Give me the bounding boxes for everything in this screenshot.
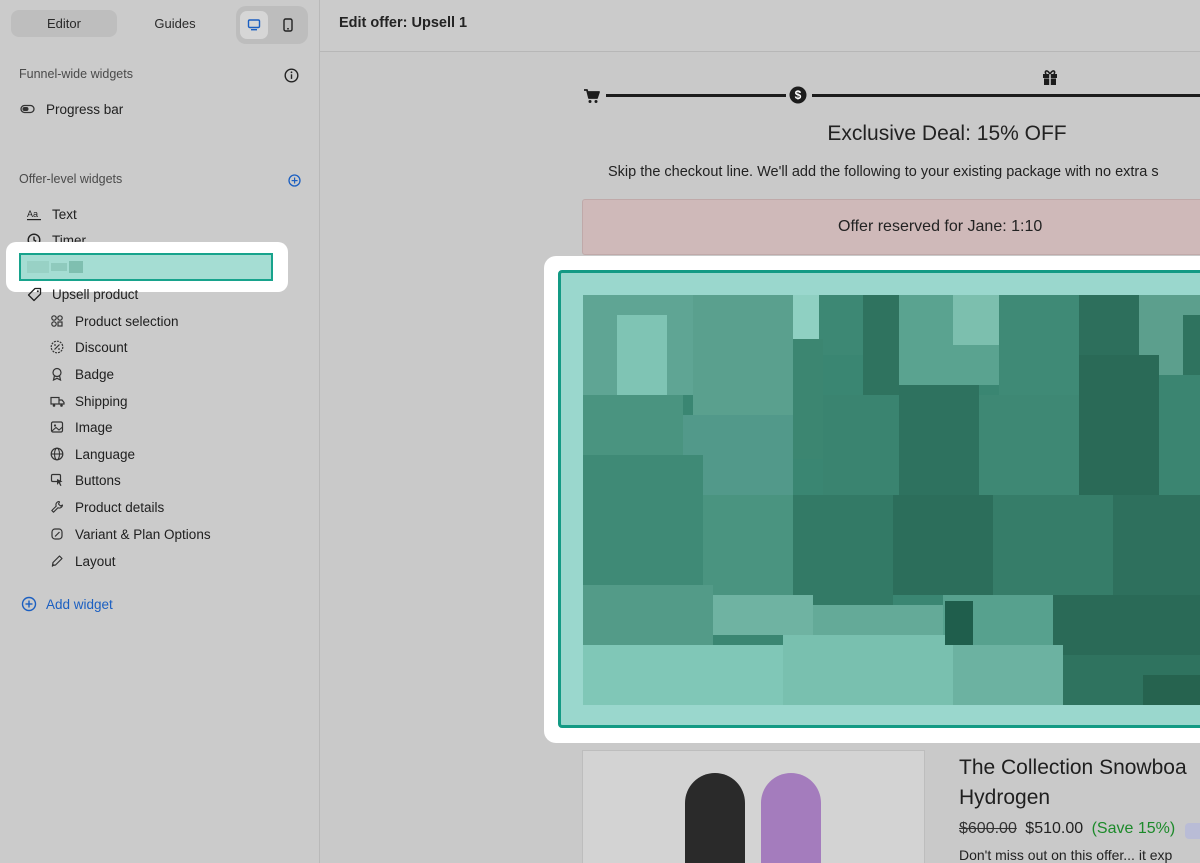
savings-text: (Save 15%)	[1091, 820, 1176, 837]
sidebar-item-progress-bar[interactable]: Progress bar	[20, 98, 123, 120]
sidebar-item-image[interactable]: Image	[49, 416, 113, 438]
product-name-line2: Hydrogen	[959, 786, 1051, 809]
product-image-card	[582, 750, 925, 863]
snowboard-purple-image	[761, 773, 821, 863]
pen-icon	[49, 553, 65, 569]
add-widget-label: Add widget	[46, 596, 113, 612]
mobile-view-button[interactable]	[274, 11, 302, 39]
wrench-icon	[49, 499, 65, 515]
offer-preview: $ Exclusive Deal: 15% OFF Skip the check…	[332, 53, 1200, 863]
price-row: $600.00 $510.00 (Save 15%)	[959, 820, 1175, 838]
sidebar-item-layout[interactable]: Layout	[49, 550, 116, 572]
svg-text:Aa: Aa	[27, 209, 38, 219]
globe-icon	[49, 446, 65, 462]
sidebar-item-shipping[interactable]: Shipping	[49, 390, 128, 412]
badge-icon	[49, 366, 65, 382]
offer-widgets-title: Offer-level widgets	[19, 172, 123, 186]
tag-icon	[26, 286, 42, 302]
variant-icon	[49, 526, 65, 542]
device-toggle	[236, 6, 308, 44]
progress-line	[606, 94, 786, 97]
sidebar-item-label: Product selection	[75, 313, 179, 329]
svg-text:$: $	[795, 88, 802, 102]
product-selection-icon	[49, 313, 65, 329]
funnel-widgets-title: Funnel-wide widgets	[19, 67, 133, 81]
redacted-label-part	[69, 261, 83, 273]
progress-line	[812, 94, 1200, 97]
add-circle-icon[interactable]	[286, 172, 302, 188]
text-icon: Aa	[26, 206, 42, 222]
pixelated-image	[583, 295, 1200, 705]
promo-text: Don't miss out on this offer... it exp	[959, 847, 1173, 863]
toggle-icon	[20, 101, 36, 117]
sidebar-item-label: Discount	[75, 339, 128, 355]
mobile-icon	[283, 18, 293, 32]
product-name: The Collection Snowboa Hydrogen	[959, 753, 1200, 813]
funnel-progress-bar[interactable]: $	[582, 70, 1200, 113]
sidebar-item-label: Text	[52, 206, 77, 222]
product-name-line1: The Collection Snowboa	[959, 756, 1187, 779]
sidebar-item-badge[interactable]: Badge	[49, 363, 114, 385]
cart-icon	[582, 86, 602, 106]
discount-icon	[49, 339, 65, 355]
sidebar-item-label: Language	[75, 446, 136, 462]
dollar-icon: $	[788, 85, 808, 105]
sidebar-item-label: Upsell product	[52, 286, 139, 302]
sidebar-item-label: Image	[75, 419, 113, 435]
sidebar: Editor Guides Funnel-wide widgets Progre…	[0, 0, 320, 863]
sidebar-item-product-details[interactable]: Product details	[49, 496, 164, 518]
info-icon[interactable]	[283, 67, 299, 83]
editor-header: Edit offer: Upsell 1	[320, 0, 1200, 52]
sidebar-item-language[interactable]: Language	[49, 443, 135, 465]
tab-editor[interactable]: Editor	[11, 10, 117, 37]
plus-circle-icon	[21, 596, 37, 612]
snowboard-black-image	[685, 773, 745, 863]
discounted-price: $510.00	[1025, 820, 1084, 837]
original-price: $600.00	[959, 820, 1017, 837]
desktop-view-button[interactable]	[240, 11, 268, 39]
editor-tabbar: Editor Guides	[10, 6, 310, 44]
sidebar-item-label: Layout	[75, 553, 116, 569]
redacted-widget-preview[interactable]	[558, 270, 1200, 728]
trophy-badge-icon	[1185, 823, 1200, 839]
sidebar-item-label: Badge	[75, 366, 115, 382]
deal-subtitle: Skip the checkout line. We'll add the fo…	[608, 164, 1159, 180]
sidebar-item-variant-plan-options[interactable]: Variant & Plan Options	[49, 523, 211, 545]
cursor-icon	[49, 472, 65, 488]
sidebar-item-discount[interactable]: Discount	[49, 336, 128, 358]
image-icon	[49, 419, 65, 435]
sidebar-item-label: Shipping	[75, 393, 128, 409]
desktop-icon	[247, 19, 261, 31]
selected-widget-row[interactable]	[19, 253, 273, 281]
sidebar-item-label: Product details	[75, 499, 165, 515]
truck-icon	[49, 393, 65, 409]
sidebar-item-product-selection[interactable]: Product selection	[49, 310, 179, 332]
add-widget-button[interactable]: Add widget	[21, 596, 113, 612]
page-title: Edit offer: Upsell 1	[339, 15, 468, 31]
deal-title: Exclusive Deal: 15% OFF	[827, 122, 1067, 145]
redacted-icon	[27, 261, 49, 273]
selected-widget-preview-highlight	[544, 256, 1200, 743]
redacted-label-part	[51, 263, 67, 271]
sidebar-item-label: Progress bar	[46, 101, 124, 117]
tab-guides[interactable]: Guides	[122, 10, 228, 37]
offer-reserved-timer: Offer reserved for Jane: 1:10	[582, 199, 1200, 255]
sidebar-item-text[interactable]: Aa Text	[26, 203, 77, 225]
sidebar-item-upsell-product[interactable]: Upsell product	[26, 283, 138, 305]
reserved-text: Offer reserved for Jane: 1:10	[838, 218, 1043, 235]
sidebar-item-label: Variant & Plan Options	[75, 526, 211, 542]
sidebar-item-buttons[interactable]: Buttons	[49, 469, 121, 491]
gift-icon	[1040, 67, 1060, 87]
sidebar-item-label: Buttons	[75, 472, 121, 488]
